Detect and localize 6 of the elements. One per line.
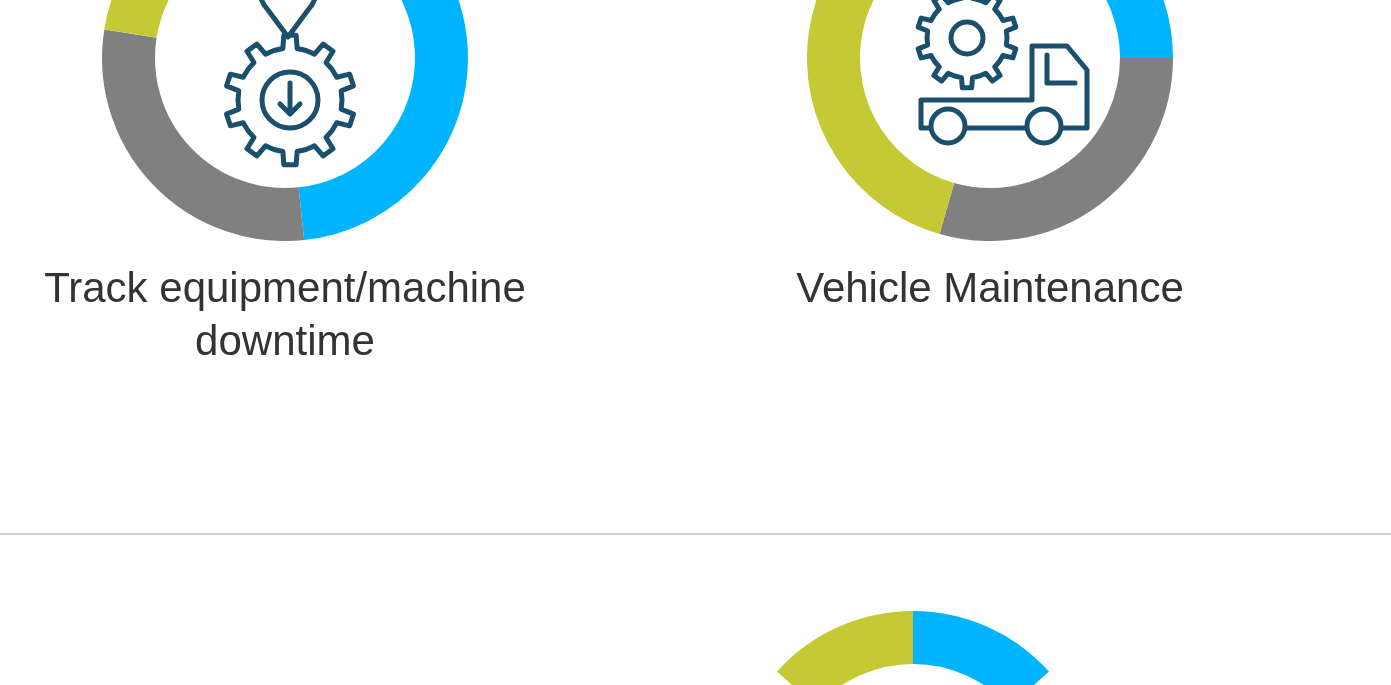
feature-label: Vehicle Maintenance	[796, 263, 1184, 313]
feature-label: Track equipment/machine downtime	[43, 263, 527, 366]
truck-icon	[918, 43, 1090, 146]
gear-icon	[224, 32, 356, 168]
location-pin-icon	[257, 0, 319, 40]
gear-icon	[915, 0, 1019, 91]
